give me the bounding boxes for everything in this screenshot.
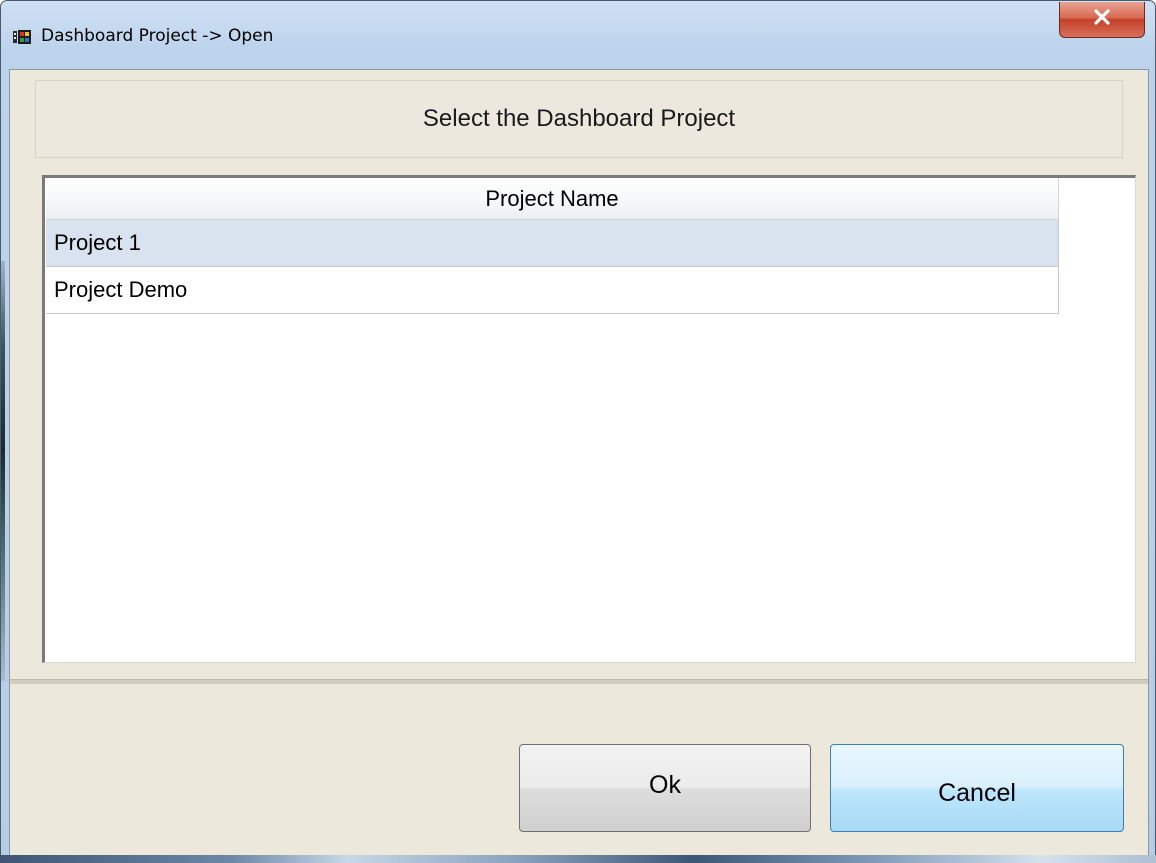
instruction-text: Select the Dashboard Project (422, 105, 736, 132)
ok-button[interactable]: Ok (519, 744, 811, 832)
taskbar-edge (0, 855, 1156, 863)
column-header-label: Project Name (485, 185, 619, 211)
close-icon (1093, 9, 1111, 30)
title-bar[interactable]: Dashboard Project -> Open (1, 1, 1155, 69)
project-table: Project Name Project 1 Project Demo (46, 178, 1059, 314)
project-list[interactable]: Project Name Project 1 Project Demo (42, 175, 1136, 663)
dialog-body: Select the Dashboard Project Project Nam… (9, 69, 1149, 857)
cancel-button[interactable]: Cancel (830, 744, 1124, 832)
app-icon (13, 30, 31, 44)
ok-button-label: Ok (649, 770, 681, 799)
table-row[interactable]: Project 1 (46, 220, 1059, 267)
cancel-button-label: Cancel (938, 778, 1016, 807)
close-button[interactable] (1059, 2, 1145, 38)
window-title: Dashboard Project -> Open (41, 26, 274, 46)
row-label: Project Demo (54, 277, 188, 302)
divider (10, 679, 1148, 684)
dialog-window: Dashboard Project -> Open Select the Das… (0, 0, 1156, 863)
row-label: Project 1 (54, 230, 141, 255)
background-window-edge (1, 261, 5, 681)
instruction-header: Select the Dashboard Project (35, 80, 1123, 158)
table-row[interactable]: Project Demo (46, 267, 1059, 314)
column-header-project-name[interactable]: Project Name (46, 178, 1059, 220)
